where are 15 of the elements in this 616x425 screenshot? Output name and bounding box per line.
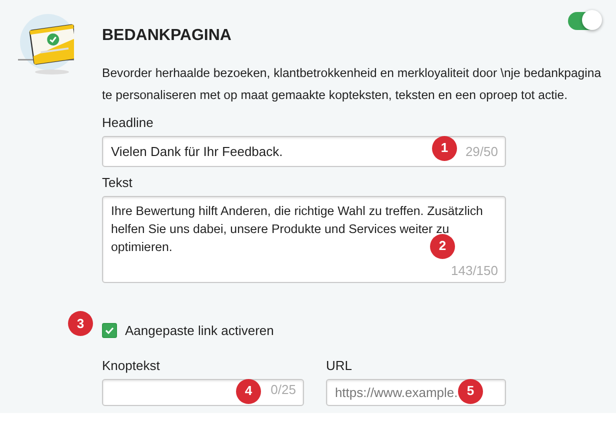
section-title: BEDANKPAGINA (102, 26, 232, 46)
character-counter: 0/25 (270, 381, 296, 399)
checkbox[interactable] (102, 322, 117, 338)
field-label: Knoptekst (102, 357, 161, 375)
toggle-switch[interactable] (568, 12, 600, 30)
checkmark-icon (104, 324, 115, 336)
input-field[interactable] (102, 378, 304, 406)
description-text: Bevorder herhaalde bezoeken, klantbetrokkenheid en merkloyaliteit door \nje bedankpagina te personaliseren met op maat gemaakte kopteksten, teksten en een oproep tot actie. (102, 65, 602, 104)
field-label: URL (326, 357, 353, 375)
character-counter: 143/150 (451, 262, 498, 280)
field-label: Headline (102, 114, 154, 132)
checkbox-label[interactable]: Aangepaste link activeren (125, 320, 274, 340)
annotation-badge: 3 (68, 311, 93, 336)
character-counter: 29/50 (465, 142, 498, 160)
field-label: Tekst (102, 174, 134, 192)
